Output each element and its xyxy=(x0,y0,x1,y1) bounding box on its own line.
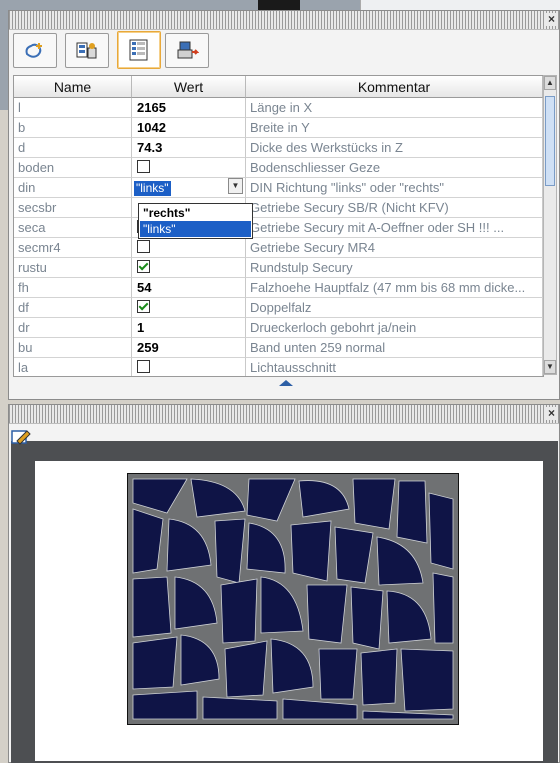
properties-panel-titlebar[interactable]: × xyxy=(9,11,559,30)
dropdown-option-links[interactable]: "links" xyxy=(140,221,251,237)
param-comment: Getriebe Secury SB/R (Nicht KFV) xyxy=(246,198,543,218)
table-row[interactable]: boden Bodenschliesser Geze xyxy=(14,158,543,178)
zoom-edit-icon[interactable] xyxy=(11,427,35,449)
scroll-down-icon[interactable]: ▼ xyxy=(544,360,556,374)
table-row[interactable]: l 2165 Länge in X xyxy=(14,98,543,118)
param-value-input[interactable]: 74.3 xyxy=(132,138,246,158)
background-dark-shape xyxy=(258,0,300,10)
param-name: d xyxy=(14,138,132,158)
param-name: df xyxy=(14,298,132,318)
column-header-value[interactable]: Wert xyxy=(132,76,246,98)
param-comment: DIN Richtung "links" oder "rechts" xyxy=(246,178,543,198)
param-name: dr xyxy=(14,318,132,338)
column-header-name[interactable]: Name xyxy=(14,76,132,98)
collapse-arrow-icon[interactable] xyxy=(279,380,293,386)
param-name: b xyxy=(14,118,132,138)
scroll-up-icon[interactable]: ▲ xyxy=(544,76,556,90)
tab-shape-add[interactable] xyxy=(13,33,57,68)
param-value-cell xyxy=(132,158,246,178)
param-comment: Doppelfalz xyxy=(246,298,543,318)
param-name: la xyxy=(14,358,132,376)
param-comment: Getriebe Secury mit A-Oeffner oder SH !!… xyxy=(246,218,543,238)
shape-add-icon xyxy=(25,42,42,58)
table-row[interactable]: d 74.3 Dicke des Werkstücks in Z xyxy=(14,138,543,158)
grid-vertical-scrollbar[interactable]: ▲ ▼ xyxy=(543,75,557,375)
table-row[interactable]: la Lichtausschnitt xyxy=(14,358,543,376)
tab-settings-tree[interactable] xyxy=(65,33,109,68)
table-row[interactable]: dr 1 Drueckerloch gebohrt ja/nein xyxy=(14,318,543,338)
param-comment: Drueckerloch gebohrt ja/nein xyxy=(246,318,543,338)
property-list-icon xyxy=(129,39,148,61)
tab-property-list[interactable] xyxy=(117,31,161,69)
properties-panel: × Name Wert Kommentar l 2165 Länge in X … xyxy=(8,10,560,400)
scrollbar-thumb[interactable] xyxy=(545,96,555,186)
table-row[interactable]: din "links" ▼ DIN Richtung "links" oder … xyxy=(14,178,543,198)
checkbox-df[interactable] xyxy=(137,300,150,313)
param-value-cell xyxy=(132,258,246,278)
close-icon[interactable]: × xyxy=(545,407,558,420)
param-name: bu xyxy=(14,338,132,358)
param-comment: Dicke des Werkstücks in Z xyxy=(246,138,543,158)
param-comment: Falzhoehe Hauptfalz (47 mm bis 68 mm dic… xyxy=(246,278,543,298)
checkbox-secmr4[interactable] xyxy=(137,240,150,253)
din-select[interactable]: "links" ▼ xyxy=(134,178,243,196)
param-value-cell xyxy=(132,358,246,376)
param-comment: Bodenschliesser Geze xyxy=(246,158,543,178)
param-value-cell xyxy=(132,298,246,318)
settings-tree-icon xyxy=(76,42,97,58)
param-comment: Breite in Y xyxy=(246,118,543,138)
param-value-input[interactable]: 54 xyxy=(132,278,246,298)
param-name: secsbr xyxy=(14,198,132,218)
param-name: l xyxy=(14,98,132,118)
param-value-input[interactable]: 259 xyxy=(132,338,246,358)
table-row[interactable]: rustu Rundstulp Secury xyxy=(14,258,543,278)
column-header-comment[interactable]: Kommentar xyxy=(246,76,543,98)
param-name: boden xyxy=(14,158,132,178)
param-comment: Getriebe Secury MR4 xyxy=(246,238,543,258)
chevron-down-icon[interactable]: ▼ xyxy=(228,178,243,194)
tab-export[interactable] xyxy=(165,33,209,68)
din-select-value: "links" xyxy=(134,181,171,196)
param-name: seca xyxy=(14,218,132,238)
checkbox-rustu[interactable] xyxy=(137,260,150,273)
table-row[interactable]: bu 259 Band unten 259 normal xyxy=(14,338,543,358)
table-row[interactable]: b 1042 Breite in Y xyxy=(14,118,543,138)
table-row[interactable]: secmr4 Getriebe Secury MR4 xyxy=(14,238,543,258)
table-row[interactable]: secsbr Getriebe Secury SB/R (Nicht KFV) xyxy=(14,198,543,218)
param-value-input[interactable]: 2165 xyxy=(132,98,246,118)
param-comment: Lichtausschnitt xyxy=(246,358,543,376)
preview-panel-titlebar[interactable]: × xyxy=(9,405,559,424)
table-row[interactable]: fh 54 Falzhoehe Hauptfalz (47 mm bis 68 … xyxy=(14,278,543,298)
table-row[interactable]: seca Getriebe Secury mit A-Oeffner oder … xyxy=(14,218,543,238)
dropdown-option-rechts[interactable]: "rechts" xyxy=(140,205,251,221)
checkbox-boden[interactable] xyxy=(137,160,150,173)
param-name: fh xyxy=(14,278,132,298)
param-value-cell xyxy=(132,238,246,258)
param-comment: Länge in X xyxy=(246,98,543,118)
param-name: din xyxy=(14,178,132,198)
checkbox-la[interactable] xyxy=(137,360,150,373)
din-dropdown-list: "rechts" "links" xyxy=(138,203,253,239)
param-name: secmr4 xyxy=(14,238,132,258)
close-icon[interactable]: × xyxy=(545,13,558,26)
param-value-input[interactable]: 1042 xyxy=(132,118,246,138)
param-value-cell: "links" ▼ xyxy=(132,178,246,198)
property-grid: Name Wert Kommentar l 2165 Länge in X b … xyxy=(13,75,544,377)
param-comment: Rundstulp Secury xyxy=(246,258,543,278)
nesting-preview-panel: × xyxy=(8,404,560,763)
param-comment: Band unten 259 normal xyxy=(246,338,543,358)
nested-sheet[interactable] xyxy=(127,473,459,725)
table-row[interactable]: df Doppelfalz xyxy=(14,298,543,318)
param-name: rustu xyxy=(14,258,132,278)
param-value-input[interactable]: 1 xyxy=(132,318,246,338)
export-icon xyxy=(177,41,199,58)
